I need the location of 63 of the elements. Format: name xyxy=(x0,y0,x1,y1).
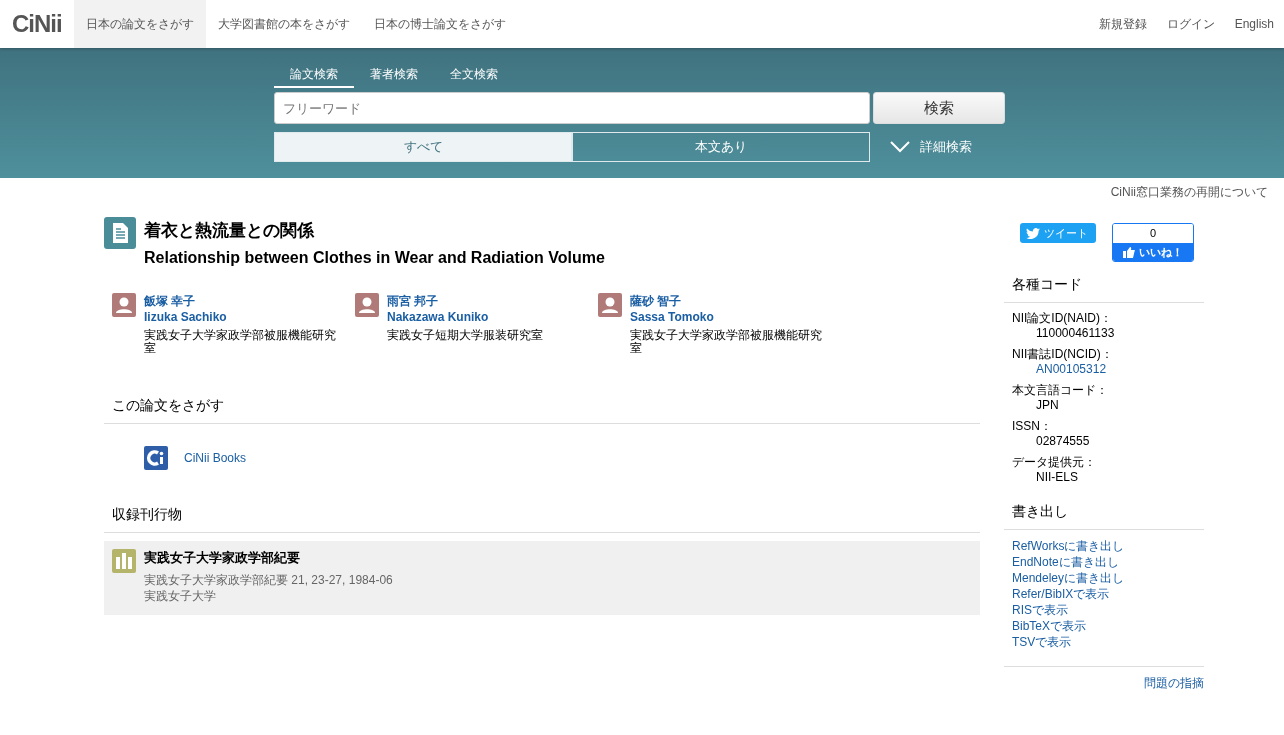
author-name-english[interactable]: Iizuka Sachiko xyxy=(144,309,344,325)
section-heading: 書き出し xyxy=(1004,503,1204,530)
author-name-english[interactable]: Nakazawa Kuniko xyxy=(387,309,587,325)
bar-chart-icon xyxy=(112,549,136,573)
document-icon xyxy=(104,217,136,249)
article-title: 着衣と熱流量との関係 xyxy=(144,220,316,242)
article-title-english: Relationship between Clothes in Wear and Radiation Volume xyxy=(144,249,605,267)
chevron-down-icon[interactable] xyxy=(890,141,910,153)
logo[interactable]: CiNii xyxy=(0,0,74,48)
section-heading: 収録刊行物 xyxy=(104,506,980,533)
journal-publisher: 実践女子大学 xyxy=(144,588,217,604)
code-label: データ提供元： xyxy=(1012,455,1097,470)
thumbs-up-icon xyxy=(1123,246,1135,258)
export-link[interactable]: RISで表示 xyxy=(1012,602,1196,618)
search-tab[interactable]: 全文検索 xyxy=(434,64,514,88)
export-link[interactable]: BibTeXで表示 xyxy=(1012,618,1196,634)
author-affiliation: 実践女子大学家政学部被服機能研究室 xyxy=(630,329,823,355)
search-field[interactable]: フリーワード xyxy=(274,92,870,124)
search-button[interactable]: 検索 xyxy=(873,92,1005,124)
filter-tab[interactable]: 本文あり xyxy=(572,132,870,162)
header-link[interactable]: English xyxy=(1224,0,1284,48)
journal-citation: 実践女子大学家政学部紀要 21, 23-27, 1984-06 xyxy=(144,572,393,588)
avatar-icon xyxy=(598,293,622,317)
like-button[interactable]: いいね！ xyxy=(1113,243,1193,261)
export-link[interactable]: Refer/BibIXで表示 xyxy=(1012,586,1196,602)
search-tab[interactable]: 論文検索 xyxy=(274,64,354,88)
code-value: 02874555 xyxy=(1035,434,1091,449)
code-label: NII書誌ID(NCID)： xyxy=(1012,347,1114,362)
section-heading: 各種コード xyxy=(1004,276,1204,303)
code-label: NII論文ID(NAID)： xyxy=(1012,311,1113,326)
author-name-english[interactable]: Sassa Tomoko xyxy=(630,309,830,325)
header-link[interactable]: ログイン xyxy=(1156,0,1225,48)
author-name[interactable]: 薩砂 智子 xyxy=(630,293,830,309)
notice-link[interactable]: CiNii窓口業務の再開について xyxy=(1110,185,1268,199)
section-heading: この論文をさがす xyxy=(104,397,980,424)
code-value: 110000461133 xyxy=(1035,326,1116,341)
export-link[interactable]: Mendeleyに書き出し xyxy=(1012,570,1196,586)
export-link[interactable]: RefWorksに書き出し xyxy=(1012,538,1196,554)
avatar-icon xyxy=(355,293,379,317)
code-value: NII-ELS xyxy=(1035,470,1079,485)
export-link[interactable]: EndNoteに書き出し xyxy=(1012,554,1196,570)
nav-tab[interactable]: 日本の論文をさがす xyxy=(73,0,206,48)
logo-icon[interactable] xyxy=(144,446,168,470)
cinii-books-link[interactable]: CiNii Books xyxy=(184,451,246,465)
export-link[interactable]: TSVで表示 xyxy=(1012,634,1196,650)
code-label: ISSN： xyxy=(1012,419,1053,434)
code-value: JPN xyxy=(1035,398,1060,413)
nav-tab[interactable]: 大学図書館の本をさがす xyxy=(205,0,362,48)
author-affiliation: 実践女子短期大学服装研究室 xyxy=(387,329,544,342)
code-label: 本文言語コード： xyxy=(1012,383,1109,398)
author-name[interactable]: 飯塚 幸子 xyxy=(144,293,344,309)
header-link[interactable]: 新規登録 xyxy=(1088,0,1157,48)
avatar-icon xyxy=(112,293,136,317)
nav-tab[interactable]: 日本の博士論文をさがす xyxy=(361,0,518,48)
author-affiliation: 実践女子大学家政学部被服機能研究室 xyxy=(144,329,337,355)
code-value-link[interactable]: AN00105312 xyxy=(1012,362,1196,377)
filter-tab[interactable]: すべて xyxy=(274,132,572,162)
journal-title: 実践女子大学家政学部紀要 xyxy=(144,549,301,567)
bird-icon xyxy=(1026,227,1040,239)
author-name[interactable]: 雨宮 邦子 xyxy=(387,293,587,309)
advanced-search-link[interactable]: 詳細検索 xyxy=(920,138,972,156)
report-link[interactable]: 問題の指摘 xyxy=(1004,667,1204,692)
search-tab[interactable]: 著者検索 xyxy=(354,64,434,88)
